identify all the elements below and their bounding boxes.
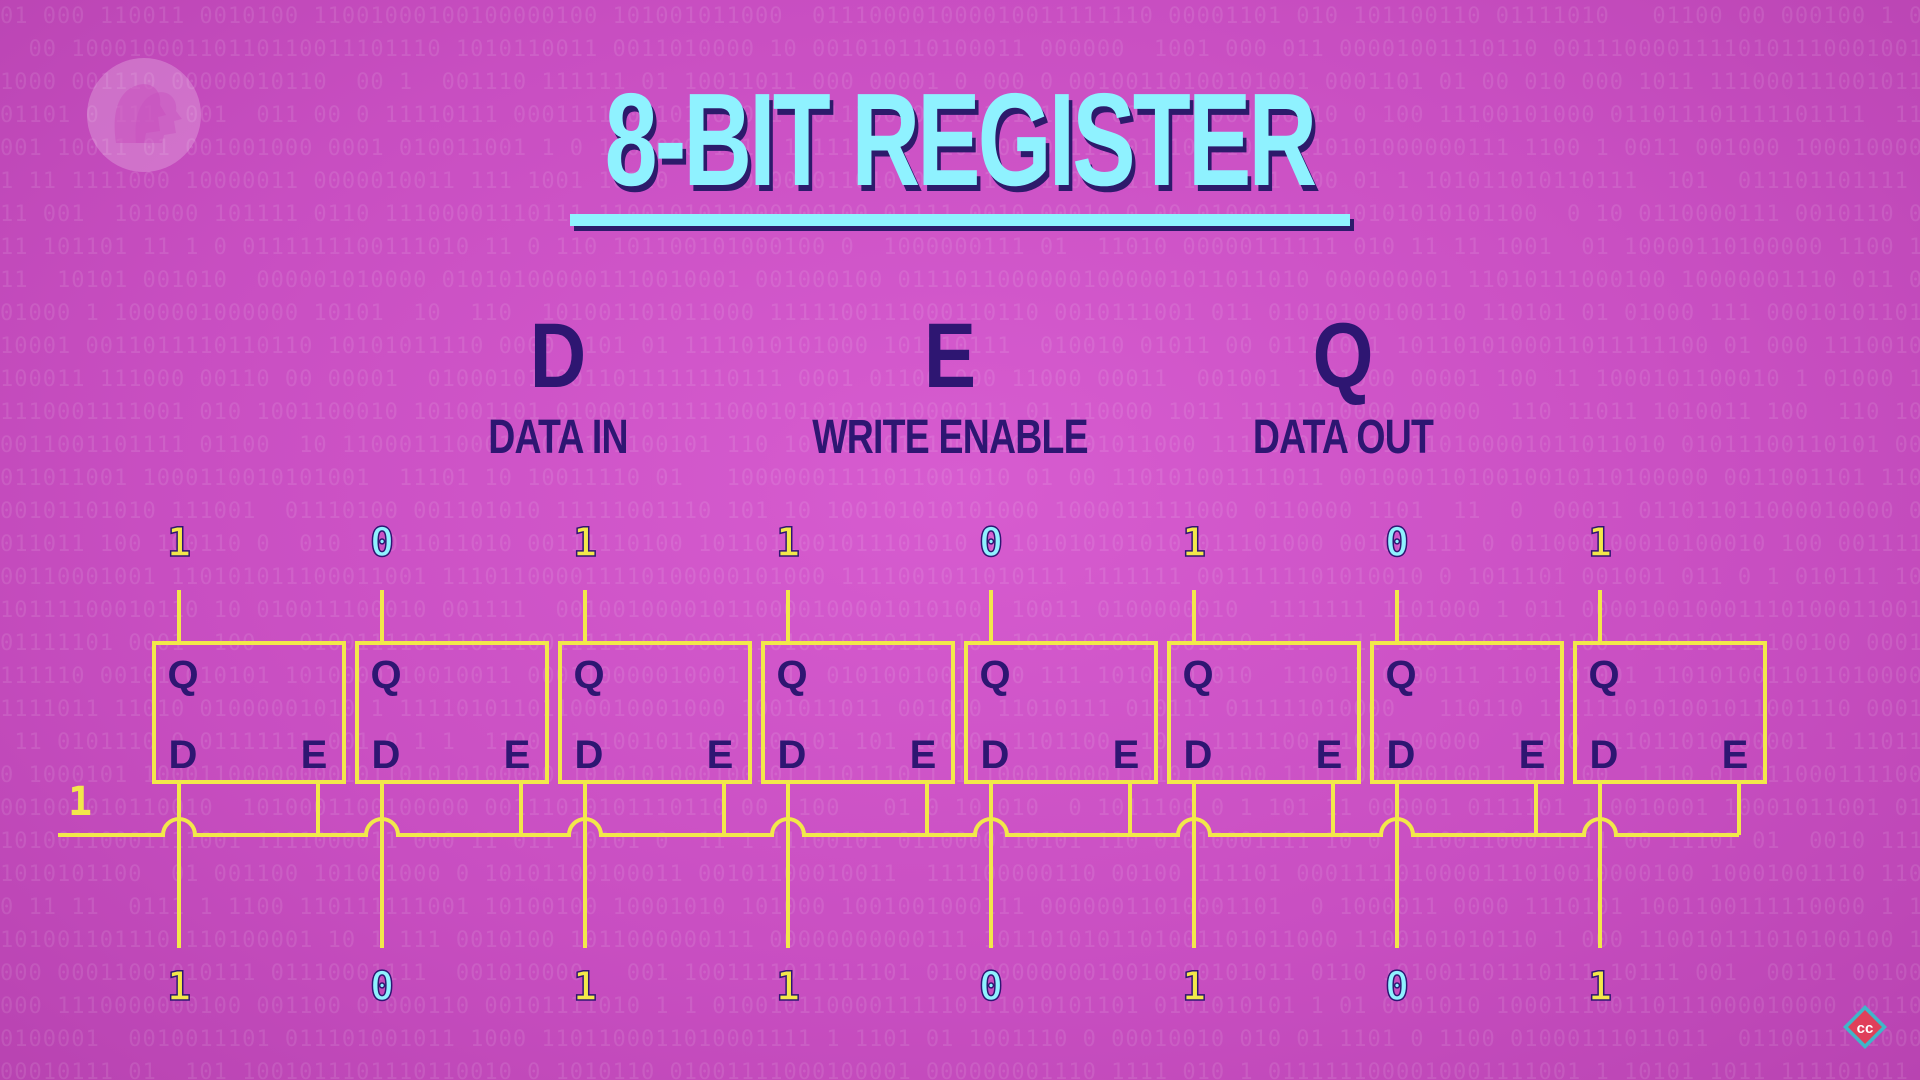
latch-q-label: Q [776, 653, 807, 697]
latch-q-label: Q [1385, 653, 1416, 697]
latch-e-label: E [301, 733, 328, 777]
latch-q-label: Q [979, 653, 1010, 697]
latch-d-label: D [778, 733, 807, 777]
svg-text:cc: cc [1857, 1020, 1874, 1037]
output-bit-1: 0 [370, 520, 394, 566]
output-bit-5: 1 [1182, 520, 1206, 566]
latch-e-label: E [1113, 733, 1140, 777]
input-bit-5: 1 [1182, 964, 1206, 1010]
latch-d-label: D [372, 733, 401, 777]
input-bit-1: 0 [370, 964, 394, 1010]
latch-e-label: E [910, 733, 937, 777]
latch-e-label: E [1722, 733, 1749, 777]
latch-d-label: D [1590, 733, 1619, 777]
latch-e-label: E [504, 733, 531, 777]
input-bit-2: 1 [573, 964, 597, 1010]
latch-q-label: Q [573, 653, 604, 697]
input-bit-0: 1 [167, 964, 191, 1010]
latch-d-label: D [1387, 733, 1416, 777]
output-bit-3: 1 [776, 520, 800, 566]
output-bit-4: 0 [979, 520, 1003, 566]
latch-q-label: Q [1182, 653, 1213, 697]
input-bit-6: 0 [1385, 964, 1409, 1010]
enable-bus-wire [58, 817, 1739, 837]
latch-d-label: D [169, 733, 198, 777]
latch-q-label: Q [167, 653, 198, 697]
latch-e-label: E [707, 733, 734, 777]
input-bit-4: 0 [979, 964, 1003, 1010]
latch-q-label: Q [1588, 653, 1619, 697]
output-bit-6: 0 [1385, 520, 1409, 566]
latch-d-label: D [981, 733, 1010, 777]
latch-q-label: Q [370, 653, 401, 697]
input-bit-3: 1 [776, 964, 800, 1010]
crash-course-logo-icon: cc [1843, 1005, 1887, 1049]
enable-value-label: 1 [68, 779, 92, 825]
latch-d-label: D [1184, 733, 1213, 777]
output-bit-0: 1 [167, 520, 191, 566]
output-bit-7: 1 [1588, 520, 1612, 566]
latch-e-label: E [1316, 733, 1343, 777]
latch-d-label: D [575, 733, 604, 777]
output-bit-2: 1 [573, 520, 597, 566]
latch-e-label: E [1519, 733, 1546, 777]
register-circuit: 1QD E11QD E00QD E11QD E11QD E00QD E11QD E00QD E1… [58, 519, 1767, 1011]
input-bit-7: 1 [1588, 964, 1612, 1010]
